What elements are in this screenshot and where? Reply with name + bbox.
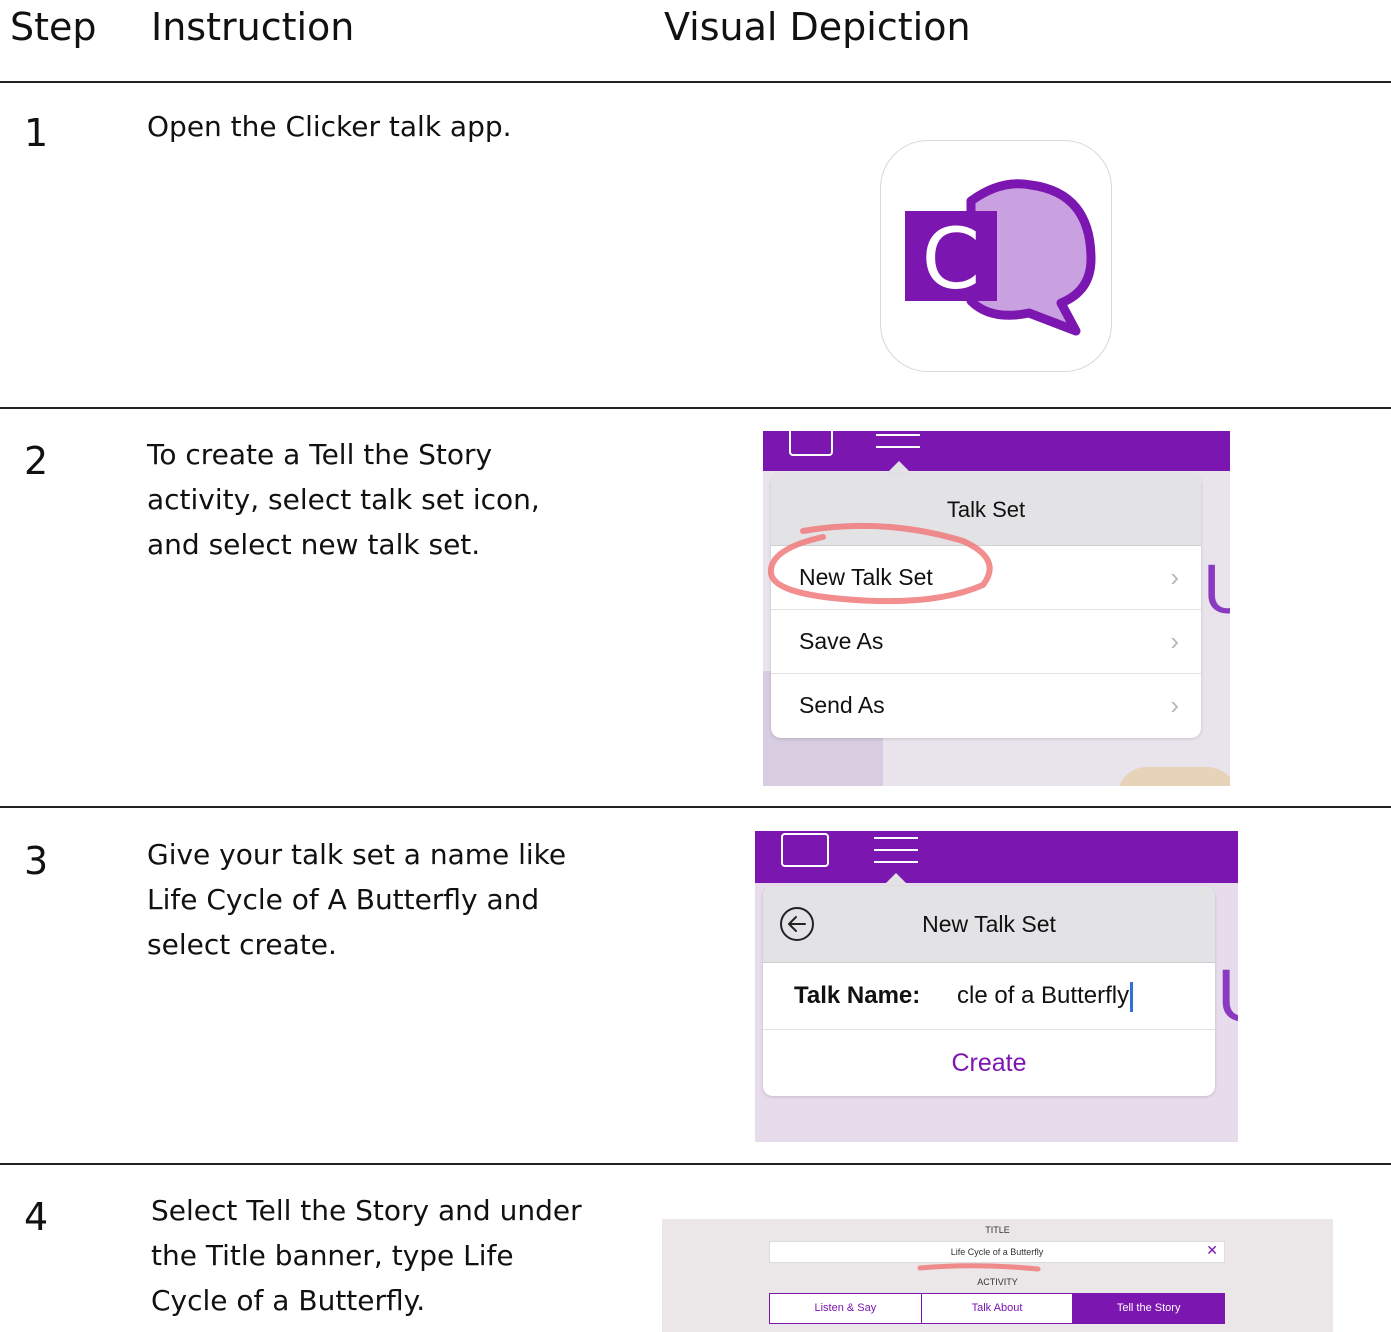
menu-item-label: Send As xyxy=(799,692,885,718)
title-section-label: TITLE xyxy=(985,1225,1010,1235)
step-number-2: 2 xyxy=(24,439,49,483)
tab-tell-the-story[interactable]: Tell the Story xyxy=(1073,1294,1225,1323)
instruction-line: Select Tell the Story and under xyxy=(151,1194,582,1227)
app-toolbar xyxy=(755,831,1238,883)
new-talk-set-screenshot: U New Talk Set Talk Name: cle of a Butte… xyxy=(755,831,1238,1142)
row-divider-1 xyxy=(0,407,1391,409)
talk-name-input[interactable]: cle of a Butterfly xyxy=(957,963,1134,1029)
header-step: Step xyxy=(10,5,97,49)
talk-name-row: Talk Name: cle of a Butterfly xyxy=(763,963,1215,1030)
instruction-line: select create. xyxy=(147,928,337,961)
highlight-circle xyxy=(767,522,993,605)
step-1-instruction: Open the Clicker talk app. xyxy=(147,104,617,149)
instruction-line: activity, select talk set icon, xyxy=(147,483,540,516)
chevron-right-icon: › xyxy=(1170,626,1179,656)
instruction-line: Give your talk set a name like xyxy=(147,838,567,871)
menu-item-send-as[interactable]: Send As › xyxy=(771,674,1201,737)
back-arrow-icon[interactable] xyxy=(779,906,815,942)
step-number-3: 3 xyxy=(24,839,49,883)
header-divider xyxy=(0,81,1391,83)
tell-the-story-screenshot: TITLE Life Cycle of a Butterfly ✕ ACTIVI… xyxy=(662,1219,1333,1332)
activity-section-label: ACTIVITY xyxy=(977,1277,1018,1287)
header-visual-depiction: Visual Depiction xyxy=(664,5,971,49)
highlight-underline xyxy=(917,1263,1041,1272)
step-number-4: 4 xyxy=(24,1195,49,1239)
tab-listen-and-say[interactable]: Listen & Say xyxy=(770,1294,922,1323)
title-input-value: Life Cycle of a Butterfly xyxy=(950,1247,1044,1257)
folder-icon[interactable] xyxy=(789,431,833,456)
step-2-instruction: To create a Tell the Story activity, sel… xyxy=(147,432,617,567)
chevron-right-icon: › xyxy=(1170,690,1179,720)
popover-header: New Talk Set xyxy=(763,886,1215,963)
background-letter-fragment: U xyxy=(1203,550,1230,628)
instruction-line: Open the Clicker talk app. xyxy=(147,110,512,143)
popover-arrow xyxy=(884,873,908,885)
instruction-line: Cycle of a Butterfly. xyxy=(151,1284,426,1317)
row-divider-3 xyxy=(0,1163,1391,1165)
app-icon-letter: C xyxy=(922,210,981,308)
new-talk-set-popover: New Talk Set Talk Name: cle of a Butterf… xyxy=(763,886,1215,1096)
instruction-line: and select new talk set. xyxy=(147,528,481,561)
speech-bubble-icon: C xyxy=(905,179,1096,336)
instruction-line: Life Cycle of A Butterfly and xyxy=(147,883,540,916)
activity-tabs: Listen & Say Talk About Tell the Story xyxy=(769,1293,1225,1324)
step-3-instruction: Give your talk set a name like Life Cycl… xyxy=(147,832,617,967)
chevron-right-icon: › xyxy=(1170,562,1179,592)
popover-arrow xyxy=(887,461,911,473)
menu-item-label: Save As xyxy=(799,628,884,654)
background-image xyxy=(1117,767,1230,786)
title-input[interactable]: Life Cycle of a Butterfly ✕ xyxy=(769,1241,1225,1263)
instruction-line: the Title banner, type Life xyxy=(151,1239,514,1272)
menu-item-save-as[interactable]: Save As › xyxy=(771,610,1201,674)
step-number-1: 1 xyxy=(24,111,49,155)
text-cursor xyxy=(1130,981,1134,1012)
row-divider-2 xyxy=(0,806,1391,808)
talk-set-menu-screenshot: U Talk Set New Talk Set › Save As › Send… xyxy=(763,431,1230,786)
tab-talk-about[interactable]: Talk About xyxy=(922,1294,1074,1323)
background-letter-fragment: U xyxy=(1217,936,1238,1056)
app-toolbar xyxy=(763,431,1230,471)
clear-icon[interactable]: ✕ xyxy=(1206,1243,1218,1259)
clicker-talk-app-icon[interactable]: C xyxy=(880,140,1112,372)
step-4-instruction: Select Tell the Story and under the Titl… xyxy=(151,1188,621,1323)
folder-icon[interactable] xyxy=(781,833,829,867)
popover-title: New Talk Set xyxy=(922,911,1056,937)
header-instruction: Instruction xyxy=(151,5,355,49)
talk-name-value: cle of a Butterfly xyxy=(957,982,1130,1009)
instruction-line: To create a Tell the Story xyxy=(147,438,493,471)
create-button[interactable]: Create xyxy=(763,1030,1215,1096)
talk-name-label: Talk Name: xyxy=(794,982,921,1009)
